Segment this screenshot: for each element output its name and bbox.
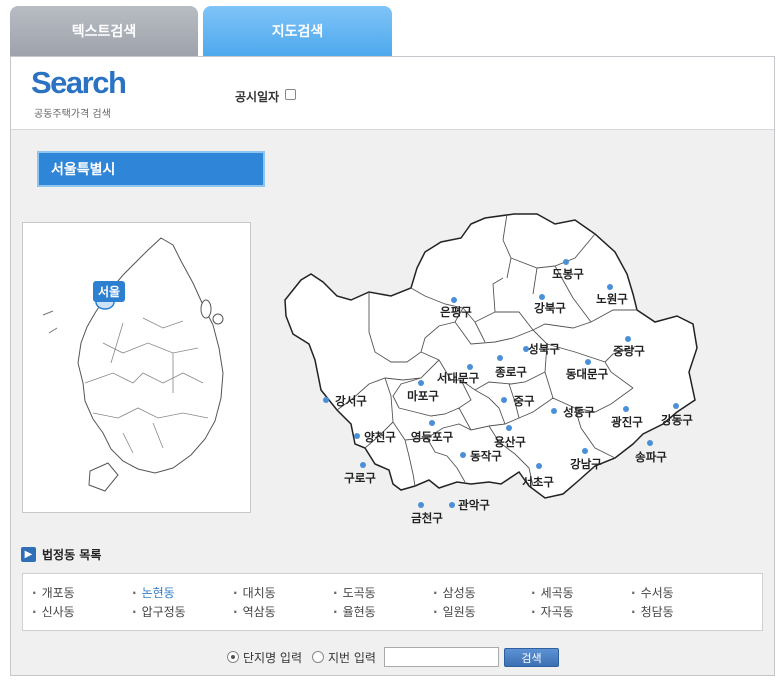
dong-item-yeoksam[interactable]: 역삼동 [233,603,276,620]
notice-date-label: 공시일자 [235,90,280,104]
region-title: 서울특별시 [37,151,265,187]
dong-item-gaepo[interactable]: 개포동 [32,584,75,601]
brand-title: Search [31,65,127,100]
search-input[interactable] [384,647,499,667]
dong-item-segok[interactable]: 세곡동 [531,584,574,601]
dong-item-cheongdam[interactable]: 청담동 [631,603,674,620]
dong-item-nonhyeon[interactable]: 논현동 [132,584,175,601]
search-header: Search 공동주택가격 검색 공시일자 [11,57,774,130]
search-row: 단지명 입력 지번 입력 검색 [11,646,774,670]
dong-item-daechi[interactable]: 대치동 [233,584,276,601]
chevron-right-icon: ▶ [21,547,36,562]
notice-date-checkbox[interactable] [285,89,296,100]
radio-complex-name[interactable] [227,651,239,663]
dong-list: 개포동 논현동 대치동 도곡동 삼성동 세곡동 수서동 신사동 압구정동 역삼동… [22,573,763,631]
radio-lot-number[interactable] [312,651,324,663]
search-panel: Search 공동주택가격 검색 공시일자 서울특별시 서울 도봉구 노원구 강… [10,56,775,676]
dong-list-header: ▶ 법정동 목록 [21,546,101,563]
dong-list-title: 법정동 목록 [42,548,102,562]
district-geumcheon-layer: 금천구 [411,502,443,525]
dong-item-irwon[interactable]: 일원동 [433,603,476,620]
dong-item-suseo[interactable]: 수서동 [631,584,674,601]
korea-map-shape [42,237,224,492]
dong-item-samseong[interactable]: 삼성동 [433,584,476,601]
svg-text:금천구: 금천구 [411,511,443,525]
tab-text-search[interactable]: 텍스트검색 [10,6,198,56]
seoul-badge[interactable]: 서울 [93,281,126,302]
dong-item-dogok[interactable]: 도곡동 [333,584,376,601]
tab-map-search[interactable]: 지도검색 [203,6,392,56]
radio-lot-number-label: 지번 입력 [328,651,376,665]
dong-item-yulhyeon[interactable]: 율현동 [333,603,376,620]
map-search-area: 서울특별시 서울 도봉구 노원구 강북구 은평구 성북구 중랑구 종로구 동대문… [11,130,774,675]
search-button[interactable]: 검색 [504,648,559,667]
radio-complex-name-label: 단지명 입력 [243,651,303,665]
dong-item-jagok[interactable]: 자곡동 [531,603,574,620]
korea-overview-map: 서울 [22,222,251,513]
brand-subtitle: 공동주택가격 검색 [34,109,111,120]
district-geumcheon[interactable]: 금천구 [411,502,443,525]
dong-item-sinsa[interactable]: 신사동 [32,603,75,620]
dong-item-apgujeong[interactable]: 압구정동 [132,603,186,620]
